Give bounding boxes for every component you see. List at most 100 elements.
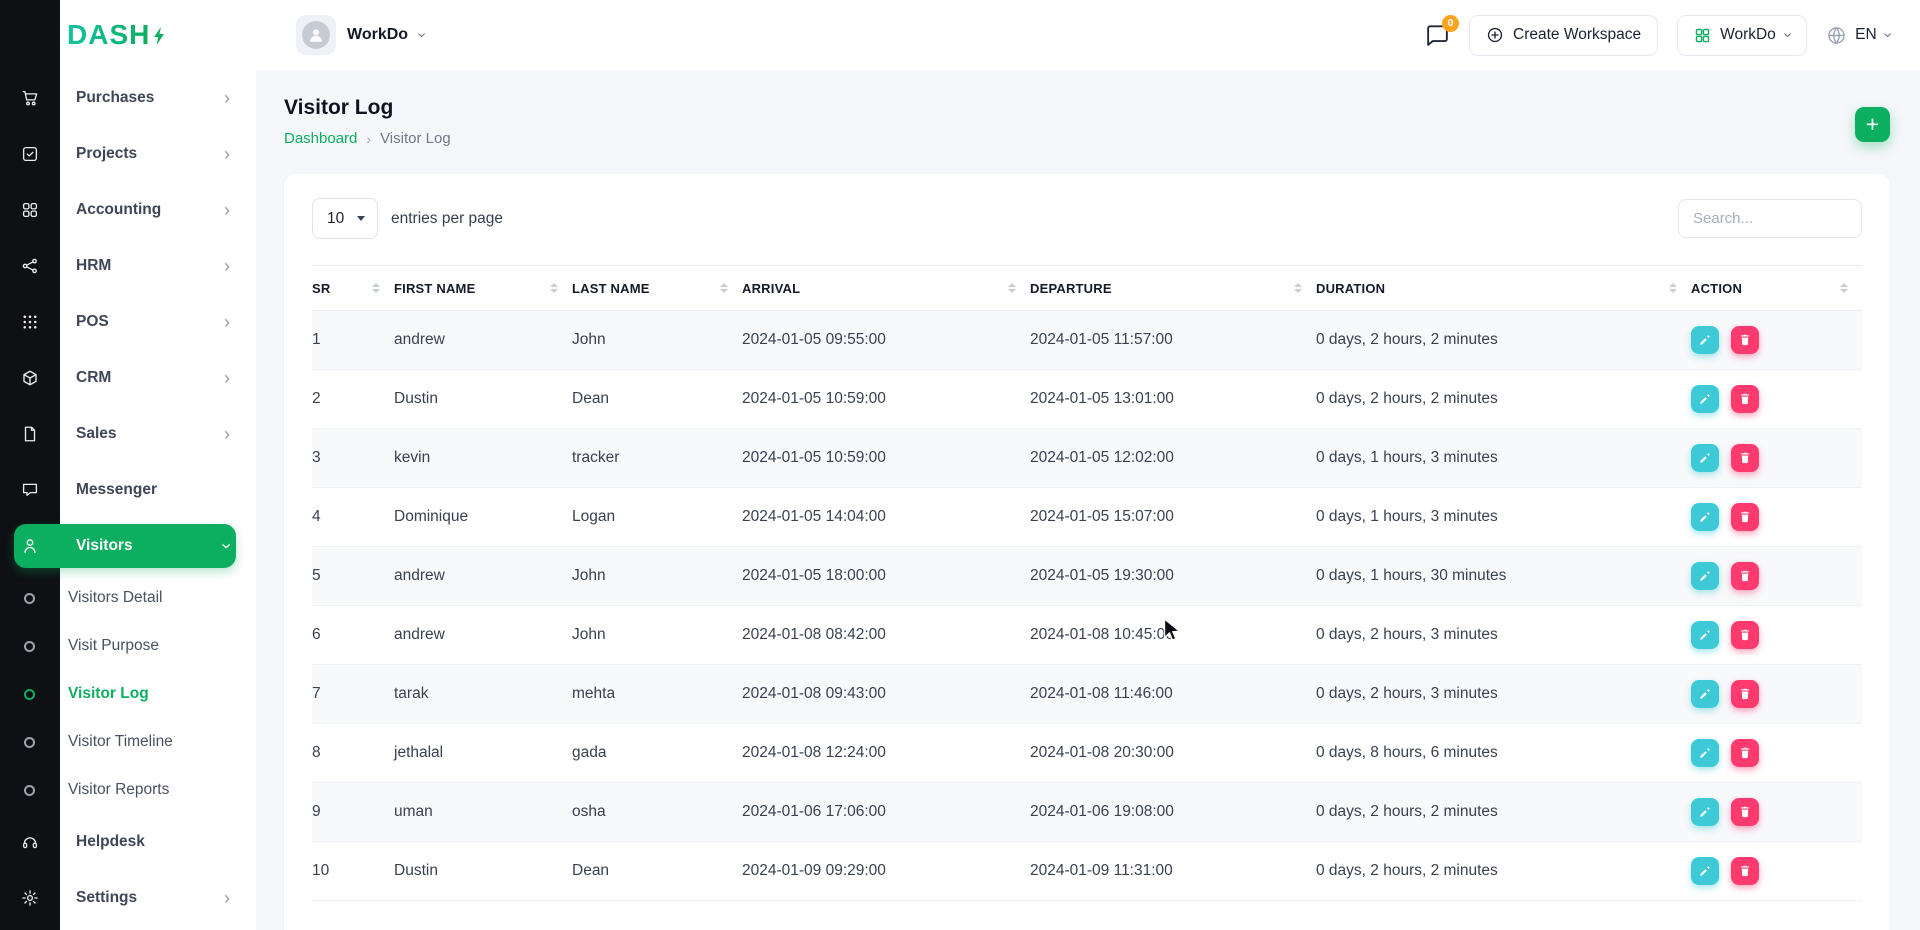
delete-button[interactable] [1731,326,1759,354]
sidebar-item-label: Projects [76,145,138,162]
edit-button[interactable] [1691,621,1719,649]
user-avatar-icon [302,21,330,49]
chevron-right-icon: › [224,88,230,108]
workspace-name: WorkDo [347,26,409,43]
sidebar-item-messenger[interactable]: Messenger [0,462,256,518]
sidebar-item-accounting[interactable]: Accounting › [0,182,256,238]
sidebar-item-hrm[interactable]: HRM › [0,238,256,294]
messages-badge: 0 [1442,14,1460,32]
cell-last-name: John [572,605,742,665]
edit-button[interactable] [1691,385,1719,413]
row-actions [1691,444,1862,472]
sidebar-item-pos[interactable]: POS › [0,294,256,350]
cell-arrival: 2024-01-05 10:59:00 [742,428,1030,488]
delete-button[interactable] [1731,562,1759,590]
col-label: DURATION [1316,280,1386,296]
delete-button[interactable] [1731,798,1759,826]
chat-bubble-icon [0,481,60,499]
col-header-arrival[interactable]: ARRIVAL [742,265,1030,311]
edit-button[interactable] [1691,680,1719,708]
cell-departure: 2024-01-05 13:01:00 [1030,369,1316,429]
edit-button[interactable] [1691,739,1719,767]
cell-arrival: 2024-01-08 09:43:00 [742,664,1030,724]
search-input[interactable] [1678,199,1862,238]
sort-icon [372,282,380,294]
delete-button[interactable] [1731,621,1759,649]
delete-button[interactable] [1731,680,1759,708]
person-icon [0,537,60,555]
sidebar-item-projects[interactable]: Projects › [0,126,256,182]
delete-button[interactable] [1731,503,1759,531]
cell-sr: 1 [312,310,394,370]
sidebar-subitem-visitor-timeline[interactable]: Visitor Timeline [0,718,256,766]
edit-button[interactable] [1691,326,1719,354]
avatar [296,15,336,55]
cell-first-name: andrew [394,605,572,665]
sidebar-item-visitors[interactable]: Visitors › [0,518,256,574]
breadcrumb-separator-icon: › [366,130,372,147]
add-visitor-log-button[interactable]: + [1855,107,1890,142]
delete-button[interactable] [1731,444,1759,472]
sidebar-item-settings[interactable]: Settings › [0,870,256,926]
entries-per-page-value: 10 [327,209,345,227]
plus-circle-icon [1487,27,1503,43]
cell-action [1691,369,1862,429]
table-row: 10 Dustin Dean 2024-01-09 09:29:00 2024-01-0… [312,841,1862,901]
workspace-switcher[interactable]: WorkDo › [296,15,431,55]
workspace-menu-button[interactable]: WorkDo › [1677,14,1808,56]
page-title: Visitor Log [284,96,394,119]
cell-first-name: kevin [394,428,572,488]
create-workspace-button[interactable]: Create Workspace [1469,14,1659,56]
cell-action [1691,782,1862,842]
sidebar-item-sales[interactable]: Sales › [0,406,256,462]
circle-icon [24,688,35,700]
entries-per-page-label: entries per page [391,209,504,227]
breadcrumb-dashboard-link[interactable]: Dashboard [284,130,357,147]
cell-last-name: Dean [572,369,742,429]
entries-per-page-select[interactable]: 10 [312,198,378,239]
sidebar-subitem-visitors-detail[interactable]: Visitors Detail [0,574,256,622]
grid-icon [1695,28,1710,42]
chevron-down-icon: › [217,543,237,549]
col-header-last-name[interactable]: LAST NAME [572,265,742,311]
col-header-departure[interactable]: DEPARTURE [1030,265,1316,311]
cell-sr: 2 [312,369,394,429]
col-header-first-name[interactable]: FIRST NAME [394,265,572,311]
delete-button[interactable] [1731,857,1759,885]
sidebar-item-helpdesk[interactable]: Helpdesk [0,814,256,870]
messages-button[interactable]: 0 [1425,14,1460,48]
cell-sr: 7 [312,664,394,724]
col-header-duration[interactable]: DURATION [1316,265,1691,311]
edit-button[interactable] [1691,798,1719,826]
delete-button[interactable] [1731,739,1759,767]
language-selector[interactable]: EN › [1826,25,1896,46]
sidebar-item-crm[interactable]: CRM › [0,350,256,406]
cell-last-name: John [572,546,742,606]
sidebar-subitem-label: Visitors Detail [68,589,163,606]
table-header-row: SR FIRST NAME LAST NAME ARRIVAL DEPARTUR… [312,265,1862,311]
sidebar-subitem-label: Visitor Reports [68,781,170,798]
sidebar-subitem-visitor-reports[interactable]: Visitor Reports [0,766,256,814]
cell-departure: 2024-01-08 20:30:00 [1030,723,1316,783]
cell-departure: 2024-01-05 11:57:00 [1030,310,1316,370]
bolt-icon [154,27,165,45]
cell-duration: 0 days, 8 hours, 6 minutes [1316,723,1691,783]
sidebar-item-purchases[interactable]: Purchases › [0,70,256,126]
col-header-action[interactable]: ACTION [1691,265,1862,311]
delete-button[interactable] [1731,385,1759,413]
chevron-right-icon: › [224,368,230,388]
circle-icon [24,784,35,796]
sidebar-subitem-visit-purpose[interactable]: Visit Purpose [0,622,256,670]
sort-icon [1008,282,1016,294]
sort-icon [1840,282,1848,294]
edit-button[interactable] [1691,857,1719,885]
row-actions [1691,385,1862,413]
edit-button[interactable] [1691,562,1719,590]
edit-button[interactable] [1691,444,1719,472]
col-header-sr[interactable]: SR [312,265,394,311]
cell-duration: 0 days, 2 hours, 2 minutes [1316,310,1691,370]
edit-button[interactable] [1691,503,1719,531]
table-row: 9 uman osha 2024-01-06 17:06:00 2024-01-06 1… [312,782,1862,842]
cell-last-name: osha [572,782,742,842]
sidebar-subitem-visitor-log[interactable]: Visitor Log [0,670,256,718]
